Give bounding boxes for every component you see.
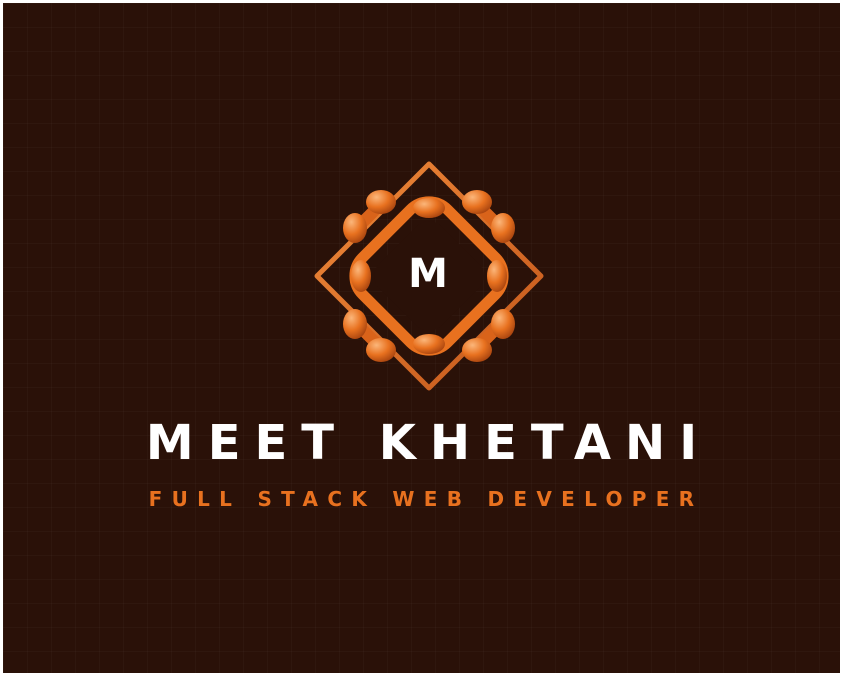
image-frame: M MEET KHETANI FULL STACK WEB DEVELOPER: [0, 0, 843, 678]
logo-monogram: M: [408, 251, 448, 297]
brand-name: MEET KHETANI: [145, 415, 712, 471]
brand-tagline: FULL STACK WEB DEVELOPER: [148, 487, 704, 511]
logo-canvas: M MEET KHETANI FULL STACK WEB DEVELOPER: [3, 3, 840, 673]
